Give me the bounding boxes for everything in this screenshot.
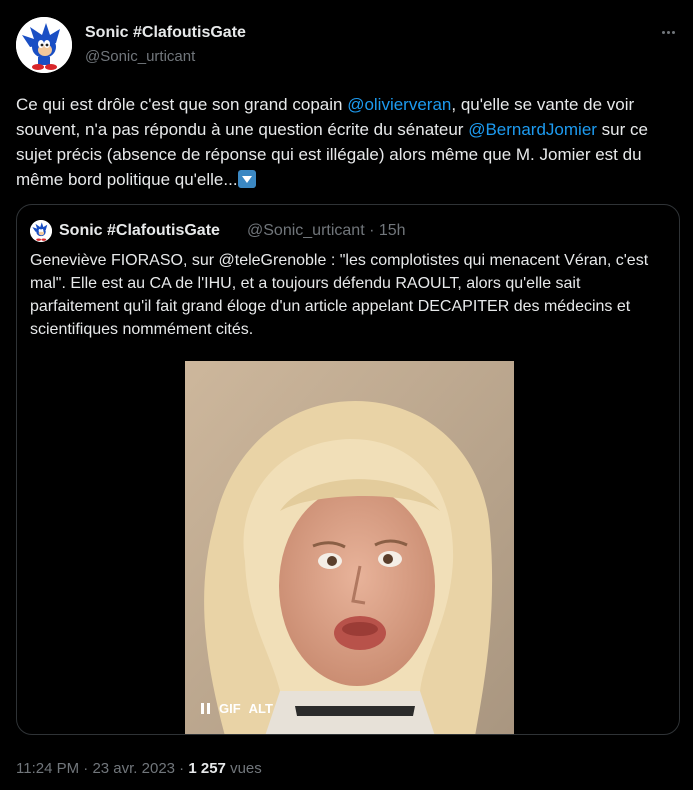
alt-badge[interactable]: ALT bbox=[249, 701, 273, 716]
tweet: Sonic #ClafoutisGate @Sonic_urticant Ce … bbox=[0, 0, 693, 790]
pause-icon[interactable] bbox=[199, 702, 211, 716]
tweet-text-part-1: Ce qui est drôle c'est que son grand cop… bbox=[16, 95, 348, 114]
quoted-tweet[interactable]: Sonic #ClafoutisGate @Sonic_urticant · 1… bbox=[16, 204, 680, 735]
author-handle[interactable]: @Sonic_urticant bbox=[85, 48, 195, 65]
footer-sep: · bbox=[175, 760, 189, 777]
quote-handle: @Sonic_urticant bbox=[247, 222, 365, 239]
media-badges: GIF ALT bbox=[199, 701, 273, 716]
gif-thumbnail bbox=[185, 361, 514, 734]
quote-avatar[interactable] bbox=[30, 220, 52, 242]
gif-media[interactable]: GIF ALT bbox=[185, 361, 514, 734]
tweet-footer: 11:24 PM · 23 avr. 2023 · 1 257 vues bbox=[16, 760, 262, 777]
gif-badge: GIF bbox=[219, 701, 241, 716]
tweet-text: Ce qui est drôle c'est que son grand cop… bbox=[16, 92, 681, 192]
sonic-avatar-icon bbox=[16, 17, 72, 73]
quote-display-name: Sonic #ClafoutisGate bbox=[59, 222, 220, 239]
sonic-avatar-icon bbox=[30, 220, 52, 242]
author-display-name[interactable]: Sonic #ClafoutisGate bbox=[85, 24, 246, 42]
mention-bernardjomier[interactable]: @BernardJomier bbox=[468, 120, 597, 139]
quote-meta: @Sonic_urticant · 15h bbox=[247, 222, 406, 240]
post-date[interactable]: 23 avr. 2023 bbox=[92, 760, 175, 777]
views-count: 1 257 bbox=[188, 760, 226, 777]
footer-sep: · bbox=[79, 760, 93, 777]
down-arrow-emoji-icon bbox=[237, 170, 256, 188]
quote-time: 15h bbox=[378, 222, 406, 239]
mention-olivierveran[interactable]: @olivierveran bbox=[347, 95, 451, 114]
quote-separator: · bbox=[364, 222, 379, 239]
views-label: vues bbox=[225, 760, 262, 777]
post-time[interactable]: 11:24 PM bbox=[16, 760, 79, 777]
avatar[interactable] bbox=[16, 17, 72, 73]
quote-text: Geneviève FIORASO, sur @teleGrenoble : "… bbox=[30, 252, 649, 338]
more-options-icon[interactable] bbox=[655, 22, 681, 42]
